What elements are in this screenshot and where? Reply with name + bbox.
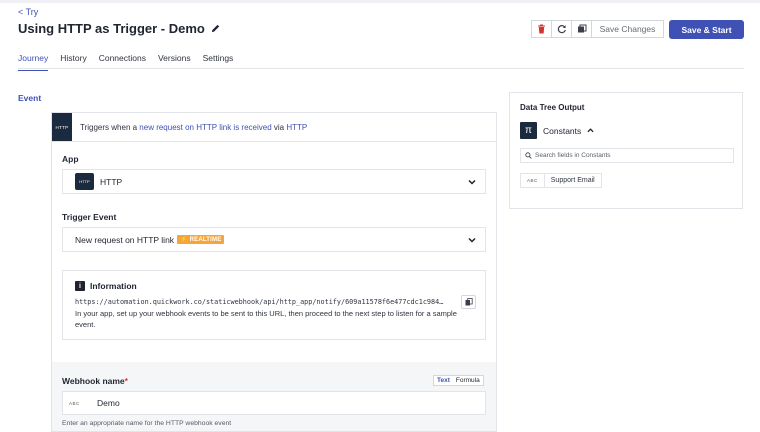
refresh-icon	[557, 25, 566, 34]
constants-label: Constants	[543, 125, 582, 136]
chevron-up-icon	[587, 128, 594, 133]
webhook-url[interactable]: https://automation.quickwork.co/staticwe…	[75, 298, 447, 306]
webhook-name-field[interactable]: ABC Demo	[62, 391, 486, 415]
search-icon	[525, 152, 532, 159]
trigger-summary[interactable]: HTTP Triggers when a new request on HTTP…	[52, 113, 496, 142]
constants-search-input[interactable]	[532, 152, 725, 159]
constant-item[interactable]: ABC Support Email	[520, 173, 602, 188]
information-title: Information	[90, 281, 137, 291]
trash-icon	[538, 24, 545, 34]
copy-journey-button[interactable]	[571, 20, 592, 38]
trigger-summary-text: Triggers when a new request on HTTP link…	[80, 123, 307, 132]
save-changes-button[interactable]: Save Changes	[591, 20, 664, 38]
delete-button[interactable]	[531, 20, 552, 38]
app-select-value: HTTP	[100, 176, 123, 187]
trigger-event-label: Trigger Event	[62, 212, 117, 222]
constants-icon: π	[520, 122, 537, 139]
tabs-divider	[18, 68, 744, 69]
trigger-via: via	[273, 122, 285, 132]
chevron-down-icon	[468, 237, 476, 243]
app-label: App	[62, 154, 79, 164]
duplicate-icon	[577, 24, 586, 33]
constants-group-toggle[interactable]: π Constants	[520, 122, 594, 139]
toolbar: Save Changes	[531, 20, 664, 38]
required-asterisk: *	[124, 376, 128, 386]
chevron-down-icon	[468, 179, 476, 185]
webhook-name-label: Webhook name*	[62, 376, 128, 386]
constant-type-tag: ABC	[521, 174, 545, 187]
trigger-event-value: New request on HTTP link	[75, 234, 175, 245]
http-app-logo: HTTP	[75, 173, 94, 190]
edit-pencil-icon[interactable]	[210, 23, 221, 34]
information-box: i Information https://automation.quickwo…	[62, 270, 486, 340]
data-tree-title: Data Tree Output	[520, 103, 585, 112]
journey-title: Using HTTP as Trigger - Demo	[18, 21, 205, 36]
webhook-name-label-text: Webhook name	[62, 376, 125, 386]
information-header: i Information	[75, 281, 137, 291]
copy-icon	[465, 298, 473, 306]
constant-name: Support Email	[550, 177, 595, 184]
mode-text-option[interactable]: Text	[434, 376, 453, 385]
webhook-name-hint: Enter an appropriate name for the HTTP w…	[62, 420, 232, 427]
text-type-tag: ABC	[69, 400, 80, 406]
information-description: In your app, set up your webhook events …	[75, 309, 457, 329]
copy-url-button[interactable]	[461, 295, 476, 309]
event-section-label: Event	[18, 93, 42, 103]
constants-search	[520, 148, 734, 163]
info-icon: i	[75, 281, 85, 291]
data-tree-panel: Data Tree Output π Constants ABC Support…	[509, 92, 743, 209]
realtime-badge: ⚡ REALTIME	[177, 235, 225, 244]
webhook-name-section: Webhook name* Text Formula ABC Demo Ente…	[52, 363, 496, 431]
webhook-name-value: Demo	[97, 398, 120, 408]
trigger-event-link[interactable]: new request on HTTP link is received	[139, 123, 271, 132]
trigger-prefix: Triggers when a	[80, 122, 138, 132]
trigger-app-link[interactable]: HTTP	[286, 123, 307, 132]
page-title: Using HTTP as Trigger - Demo	[18, 21, 221, 36]
back-link[interactable]: < Try	[18, 7, 38, 17]
refresh-button[interactable]	[551, 20, 572, 38]
trigger-card: HTTP Triggers when a new request on HTTP…	[51, 112, 497, 432]
http-logo: HTTP	[52, 113, 72, 141]
top-border	[0, 0, 760, 3]
trigger-event-select[interactable]: New request on HTTP link ⚡ REALTIME	[62, 227, 486, 252]
app-select[interactable]: HTTP HTTP	[62, 169, 486, 194]
trigger-config-section: App HTTP HTTP Trigger Event New request …	[52, 142, 496, 362]
mode-formula-option[interactable]: Formula	[453, 376, 483, 385]
save-and-start-button[interactable]: Save & Start	[669, 20, 744, 39]
text-formula-toggle: Text Formula	[433, 375, 484, 386]
